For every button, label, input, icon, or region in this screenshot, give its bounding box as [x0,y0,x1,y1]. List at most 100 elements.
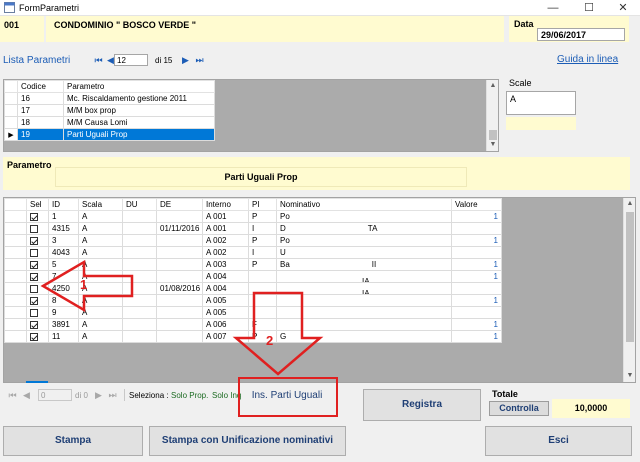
scale-list[interactable]: A [506,91,576,115]
solo-inq-link[interactable]: Solo Inq [212,391,241,400]
scale-label: Scale [509,78,532,88]
table-row[interactable]: 1AA 001 P Po 1 [4,210,502,223]
scroll-down-icon[interactable]: ▼ [624,370,636,382]
scala-cell: A [78,318,123,331]
interno-cell: A 002 [202,234,249,247]
du-cell [122,234,157,247]
column-header-scala[interactable]: Scala [78,198,123,211]
stampa-button[interactable]: Stampa [3,426,143,456]
scale-info-field [506,117,576,130]
guida-link[interactable]: Guida in linea [557,54,618,65]
detail-scrollbar[interactable]: ▲ ▼ [623,198,635,382]
nominativo-cell: Ba II [276,258,452,271]
controlla-button[interactable]: Controlla [489,401,549,416]
parametro-name-field[interactable]: Parti Uguali Prop [55,167,467,187]
scroll-down-icon[interactable]: ▼ [487,139,499,151]
close-button[interactable]: ✕ [608,0,638,16]
valore-cell: 1 [451,258,502,271]
table-row[interactable]: 4043 A A 002 I U [4,246,502,259]
sel-checkbox[interactable] [30,260,38,269]
table-row[interactable]: 4315 A 01/11/2016 A 001 I D TA [4,222,502,235]
title-bar: FormParametri — ☐ ✕ [0,0,640,16]
ins-parti-uguali-button[interactable]: Ins. Parti Uguali [243,383,331,409]
registra-button[interactable]: Registra [363,389,481,421]
column-header-sel[interactable]: Sel [26,198,49,211]
window-title: FormParametri [19,3,80,13]
sel-checkbox[interactable] [30,308,38,317]
maximize-button[interactable]: ☐ [574,0,604,16]
column-header-valore[interactable]: Valore [451,198,502,211]
totale-label: Totale [492,389,518,399]
column-header-codice[interactable]: Codice [17,80,64,93]
column-header-id[interactable]: ID [48,198,79,211]
table-row[interactable]: 17 M/M box prop [4,104,215,117]
table-row[interactable]: 18 M/M Causa Lomi [4,116,215,129]
current-row-marker-icon: ▶ [4,128,18,141]
sel-checkbox[interactable] [30,284,38,293]
valore-cell: 1 [451,294,502,307]
seleziona-label: Seleziona : [129,391,169,400]
esci-button[interactable]: Esci [485,426,632,456]
valore-cell [451,246,502,259]
column-header-pi[interactable]: PI [248,198,277,211]
annotation-arrow-1 [40,259,134,313]
id-cell: 1 [48,210,79,223]
valore-cell [451,282,502,295]
parametri-scrollbar[interactable]: ▲ ▼ [486,80,498,151]
sel-checkbox[interactable] [30,332,38,341]
scroll-thumb[interactable] [626,212,634,342]
sel-checkbox[interactable] [30,296,38,305]
stampa-unificazione-button[interactable]: Stampa con Unificazione nominativi [149,426,346,456]
table-row-selected[interactable]: ▶ 19 Parti Uguali Prop [4,128,215,141]
lista-parametri-label: Lista Parametri [3,55,71,66]
valore-cell: 1 [451,270,502,283]
valore-cell [451,306,502,319]
column-header-de[interactable]: DE [156,198,203,211]
column-header-interno[interactable]: Interno [202,198,249,211]
interno-cell: A 001 [202,210,249,223]
nominativo-cell: Po [276,210,452,223]
minimize-button[interactable]: — [538,0,568,16]
sel-checkbox[interactable] [30,272,38,281]
id-cell: 4043 [48,246,79,259]
table-row[interactable]: 3A A 002 P Po 1 [4,234,502,247]
interno-cell: A 002 [202,246,249,259]
de-cell [156,258,203,271]
de-cell [156,210,203,223]
last-record-icon[interactable]: ⏭ [194,54,205,66]
current-cell-indicator [26,381,48,383]
record-position-input[interactable]: 0 [38,389,72,401]
first-record-icon[interactable]: ⏮ [7,389,18,401]
de-cell [156,246,203,259]
column-header-parametro[interactable]: Parametro [63,80,215,93]
sel-checkbox[interactable] [30,212,38,221]
record-position-input[interactable]: 12 [114,54,148,66]
next-record-icon[interactable]: ▶ [180,54,191,66]
du-cell [122,330,157,343]
sel-checkbox[interactable] [30,320,38,329]
de-cell [156,306,203,319]
interno-cell: A 004 [202,270,249,283]
scroll-up-icon[interactable]: ▲ [487,80,499,92]
first-record-icon[interactable]: ⏮ [93,54,104,66]
sel-checkbox[interactable] [30,236,38,245]
sel-checkbox[interactable] [30,248,38,257]
table-row[interactable]: 16 Mc. Riscaldamento gestione 2011 [4,92,215,105]
sel-checkbox[interactable] [30,224,38,233]
solo-prop-link[interactable]: Solo Prop. [171,391,208,400]
last-record-icon[interactable]: ⏭ [107,389,118,401]
scroll-up-icon[interactable]: ▲ [624,198,636,210]
pi-cell: P [248,210,277,223]
column-header-nominativo[interactable]: Nominativo [276,198,452,211]
column-header-du[interactable]: DU [122,198,157,211]
annotation-label-2: 2 [266,333,274,348]
data-input[interactable]: 29/06/2017 [537,28,625,41]
next-record-icon[interactable]: ▶ [93,389,104,401]
prev-record-icon[interactable]: ◀ [21,389,32,401]
id-cell: 3 [48,234,79,247]
scale-value[interactable]: A [510,94,516,104]
annotation-arrow-2 [232,291,324,376]
data-panel: Data 29/06/2017 [509,16,629,42]
valore-cell: 1 [451,318,502,331]
de-cell [156,234,203,247]
